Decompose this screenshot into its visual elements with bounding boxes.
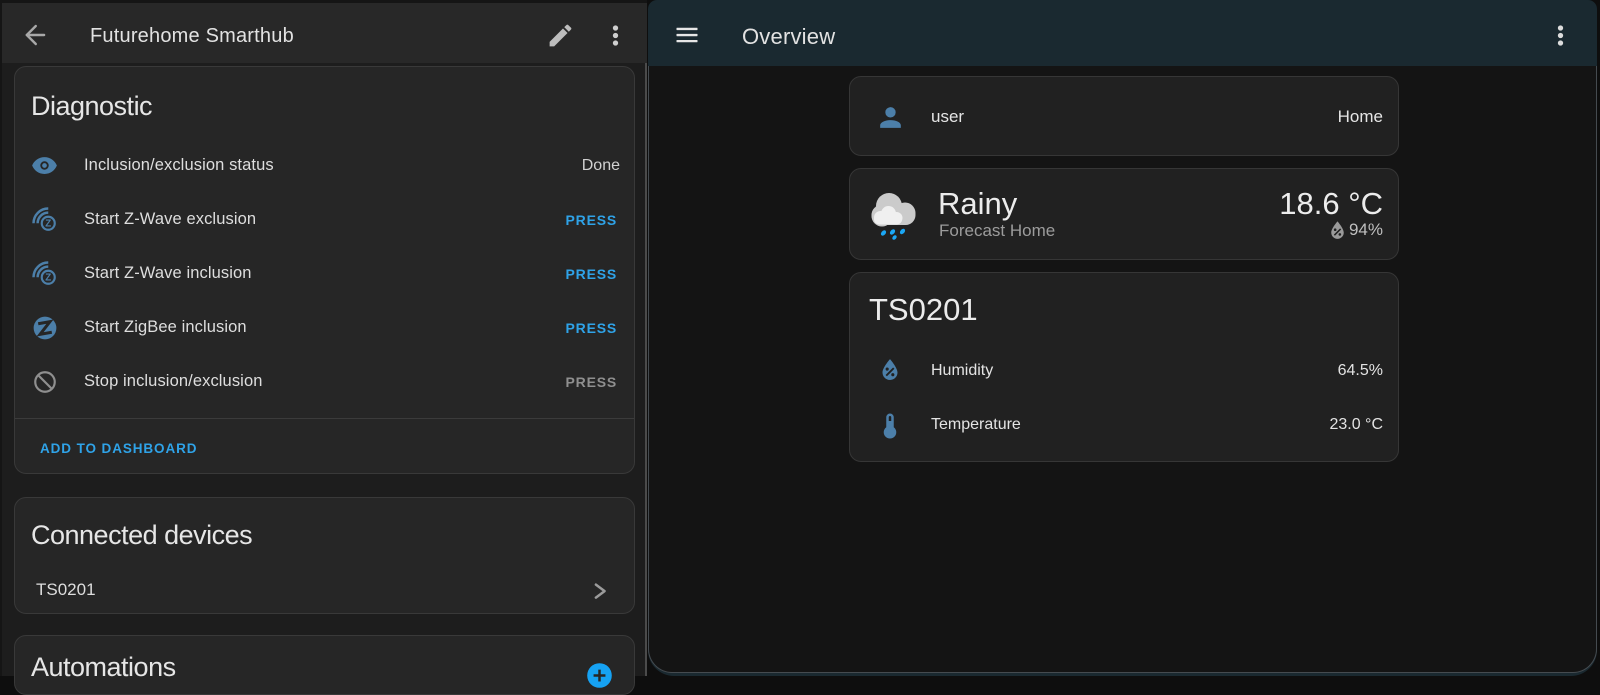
- svg-text:Z: Z: [45, 273, 51, 284]
- svg-text:Z: Z: [45, 219, 51, 230]
